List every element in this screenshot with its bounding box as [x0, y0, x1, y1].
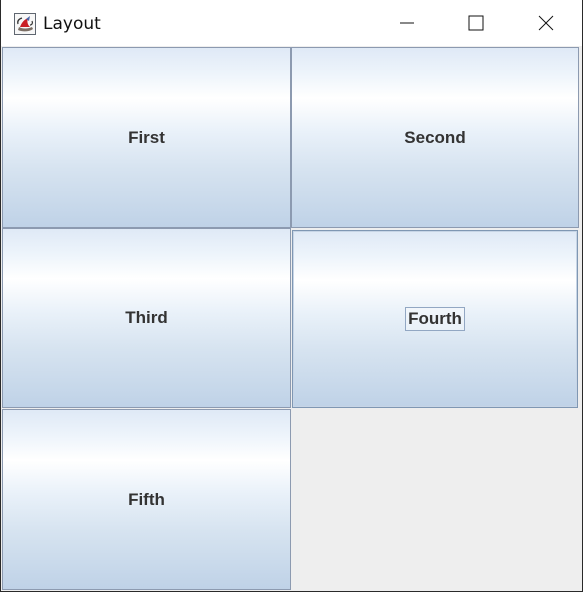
- first-button[interactable]: First: [2, 47, 291, 228]
- minimize-button[interactable]: [372, 0, 442, 46]
- first-button-label: First: [128, 127, 165, 147]
- fifth-button[interactable]: Fifth: [2, 409, 291, 590]
- maximize-icon: [468, 15, 484, 31]
- minimize-icon: [400, 22, 414, 24]
- third-button[interactable]: Third: [2, 228, 291, 408]
- empty-grid-cell: [291, 409, 582, 591]
- java-cup-icon: [14, 13, 36, 35]
- second-button-label: Second: [404, 127, 466, 147]
- window-titlebar[interactable]: Layout: [1, 0, 582, 46]
- close-icon: [538, 15, 554, 31]
- fourth-button[interactable]: Fourth: [292, 230, 578, 408]
- second-button[interactable]: Second: [291, 47, 579, 228]
- application-window: Layout First Second Third Fourth Fifth: [0, 0, 583, 592]
- fifth-button-label: Fifth: [128, 489, 165, 509]
- close-button[interactable]: [511, 0, 581, 46]
- window-title: Layout: [43, 14, 101, 34]
- third-button-label: Third: [125, 308, 168, 327]
- grid-layout-panel: First Second Third Fourth Fifth: [1, 46, 582, 591]
- maximize-button[interactable]: [441, 0, 511, 46]
- fourth-button-label: Fourth: [405, 307, 465, 331]
